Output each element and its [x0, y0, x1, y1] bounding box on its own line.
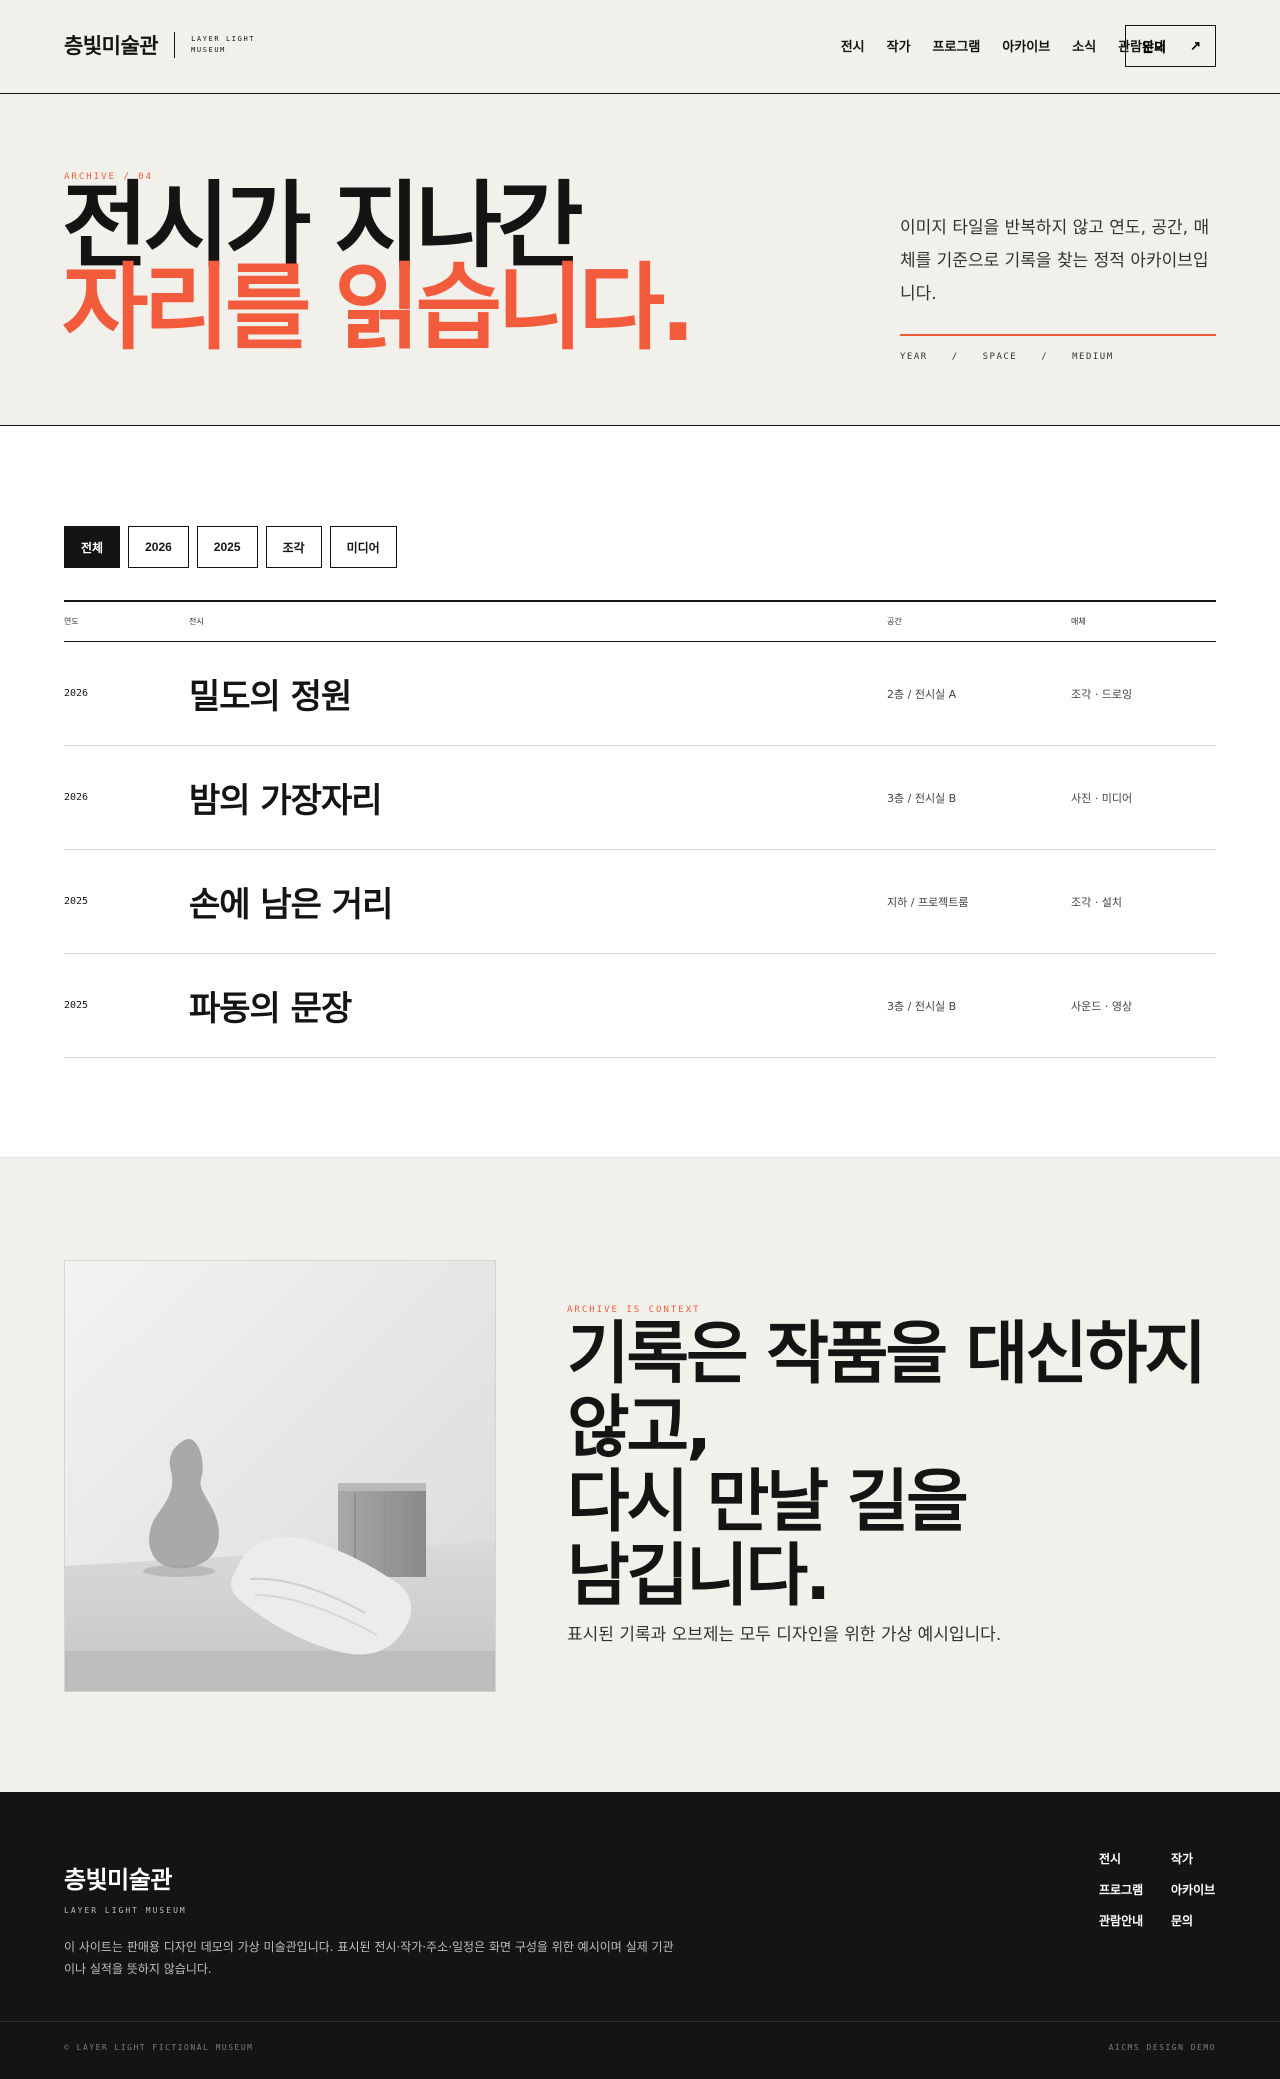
site-footer: 층빛미술관 LAYER LIGHT MUSEUM 이 사이트는 판매용 디자인 … — [0, 1792, 1280, 2079]
brand-divider — [174, 32, 176, 58]
footer-nav-contact[interactable]: 문의 — [1171, 1912, 1231, 1929]
site-header: 층빛미술관 LAYER LIGHT MUSEUM 전시 작가 프로그램 아카이브… — [0, 0, 1280, 94]
footer-bottom-bar: © LAYER LIGHT FICTIONAL MUSEUM AICMS DES… — [0, 2021, 1280, 2079]
row-space: 2층 / 전시실 A — [887, 687, 957, 701]
row-medium: 조각 · 드로잉 — [1071, 687, 1133, 701]
footer-copyright: © LAYER LIGHT FICTIONAL MUSEUM — [64, 2043, 254, 2052]
table-header: 연도 전시 공간 매체 — [64, 600, 1216, 642]
hero-description: 이미지 타일을 반복하지 않고 연도, 공간, 매체를 기준으로 기록을 찾는 … — [900, 218, 1210, 304]
filter-media[interactable]: 미디어 — [329, 526, 397, 568]
filter-2026[interactable]: 2026 — [128, 526, 189, 568]
nav-item-exhibitions[interactable]: 전시 — [841, 36, 865, 55]
hero-title-line2: 자리를 읽습니다. — [62, 254, 696, 363]
row-title[interactable]: 파동의 문장 — [189, 981, 887, 1030]
context-title-line4: 남깁니다. — [567, 1537, 831, 1616]
table-row[interactable]: 2025 손에 남은 거리 지하 / 프로젝트룸 조각 · 설치 — [64, 850, 1216, 954]
brand[interactable]: 층빛미술관 LAYER LIGHT MUSEUM — [64, 30, 271, 60]
contact-button[interactable]: 문의 ↗ — [1125, 25, 1216, 67]
still-life-illustration — [65, 1261, 495, 1691]
footer-nav-visit[interactable]: 관람안내 — [1099, 1912, 1171, 1929]
row-year: 2026 — [64, 688, 89, 699]
footer-nav-programs[interactable]: 프로그램 — [1099, 1881, 1171, 1898]
row-space: 지하 / 프로젝트룸 — [887, 895, 969, 909]
row-space: 3층 / 전시실 B — [887, 999, 957, 1013]
row-medium: 사진 · 미디어 — [1071, 791, 1133, 805]
hero-title: 전시가 지나간 자리를 읽습니다. — [62, 180, 696, 363]
table-row[interactable]: 2026 밀도의 정원 2층 / 전시실 A 조각 · 드로잉 — [64, 642, 1216, 746]
archive-table: 연도 전시 공간 매체 2026 밀도의 정원 2층 / 전시실 A 조각 · … — [64, 600, 1216, 1058]
nav-item-programs[interactable]: 프로그램 — [933, 36, 981, 55]
footer-brand: 층빛미술관 — [64, 1866, 172, 1894]
hero-section: ARCHIVE / 04 전시가 지나간 자리를 읽습니다. 이미지 타일을 반… — [0, 94, 1280, 426]
hero-tags: YEAR / SPACE / MEDIUM — [900, 352, 1114, 362]
tag-year: YEAR — [900, 352, 928, 362]
tag-separator: / — [1041, 352, 1049, 362]
main-nav: 전시 작가 프로그램 아카이브 소식 관람안내 — [841, 36, 1166, 55]
tag-separator: / — [951, 352, 959, 362]
context-note: 표시된 기록과 오브제는 모두 디자인을 위한 가상 예시입니다. — [567, 1625, 1002, 1645]
row-medium: 사운드 · 영상 — [1071, 999, 1133, 1013]
row-year: 2025 — [64, 896, 89, 907]
filter-bar: 전체 2026 2025 조각 미디어 — [64, 526, 397, 568]
archive-section: 전체 2026 2025 조각 미디어 연도 전시 공간 매체 2026 밀도의… — [0, 426, 1280, 1158]
row-year: 2026 — [64, 792, 89, 803]
footer-credit: AICMS DESIGN DEMO — [1108, 2043, 1216, 2052]
column-header-medium: 매체 — [1071, 617, 1086, 626]
footer-nav-artists[interactable]: 작가 — [1171, 1850, 1231, 1867]
context-title-line2: 않고, — [567, 1389, 712, 1468]
brand-subtitle: LAYER LIGHT MUSEUM — [191, 35, 256, 54]
row-title[interactable]: 밤의 가장자리 — [189, 773, 887, 822]
tag-medium: MEDIUM — [1072, 352, 1114, 362]
still-life-photo — [64, 1260, 496, 1692]
row-title[interactable]: 밀도의 정원 — [189, 669, 887, 718]
footer-brand-subtitle: LAYER LIGHT MUSEUM — [64, 1906, 187, 1915]
nav-item-news[interactable]: 소식 — [1072, 36, 1096, 55]
context-eyebrow: ARCHIVE IS CONTEXT — [567, 1305, 701, 1315]
row-space: 3층 / 전시실 B — [887, 791, 957, 805]
footer-nav: 전시 작가 프로그램 아카이브 관람안내 문의 — [1099, 1850, 1231, 1929]
footer-nav-archive[interactable]: 아카이브 — [1171, 1881, 1231, 1898]
context-section: ARCHIVE IS CONTEXT 기록은 작품을 대신하지 않고, 다시 만… — [0, 1158, 1280, 1792]
tag-space: SPACE — [982, 352, 1018, 362]
row-title[interactable]: 손에 남은 거리 — [189, 877, 887, 926]
nav-item-archive[interactable]: 아카이브 — [1002, 36, 1050, 55]
brand-logo: 층빛미술관 — [64, 34, 159, 58]
filter-sculpture[interactable]: 조각 — [265, 526, 322, 568]
filter-all[interactable]: 전체 — [64, 526, 121, 568]
row-year: 2025 — [64, 1000, 89, 1011]
context-title-line3: 다시 만날 길을 — [567, 1463, 969, 1542]
context-title-line1: 기록은 작품을 대신하지 — [567, 1315, 1207, 1394]
contact-button-label: 문의 — [1142, 39, 1166, 55]
table-row[interactable]: 2025 파동의 문장 3층 / 전시실 B 사운드 · 영상 — [64, 954, 1216, 1058]
footer-description: 이 사이트는 판매용 디자인 데모의 가상 미술관입니다. 표시된 전시·작가·… — [64, 1940, 674, 1976]
hero-accent-rule — [900, 334, 1216, 336]
column-header-exhibition: 전시 — [189, 617, 204, 626]
arrow-up-right-icon: ↗ — [1190, 38, 1201, 53]
column-header-space: 공간 — [887, 617, 902, 626]
table-row[interactable]: 2026 밤의 가장자리 3층 / 전시실 B 사진 · 미디어 — [64, 746, 1216, 850]
context-title: 기록은 작품을 대신하지 않고, 다시 만날 길을 남깁니다. — [567, 1318, 1217, 1614]
footer-nav-exhibitions[interactable]: 전시 — [1099, 1850, 1171, 1867]
nav-item-artists[interactable]: 작가 — [887, 36, 911, 55]
filter-2025[interactable]: 2025 — [196, 526, 258, 568]
column-header-year: 연도 — [64, 617, 79, 626]
row-medium: 조각 · 설치 — [1071, 895, 1122, 909]
